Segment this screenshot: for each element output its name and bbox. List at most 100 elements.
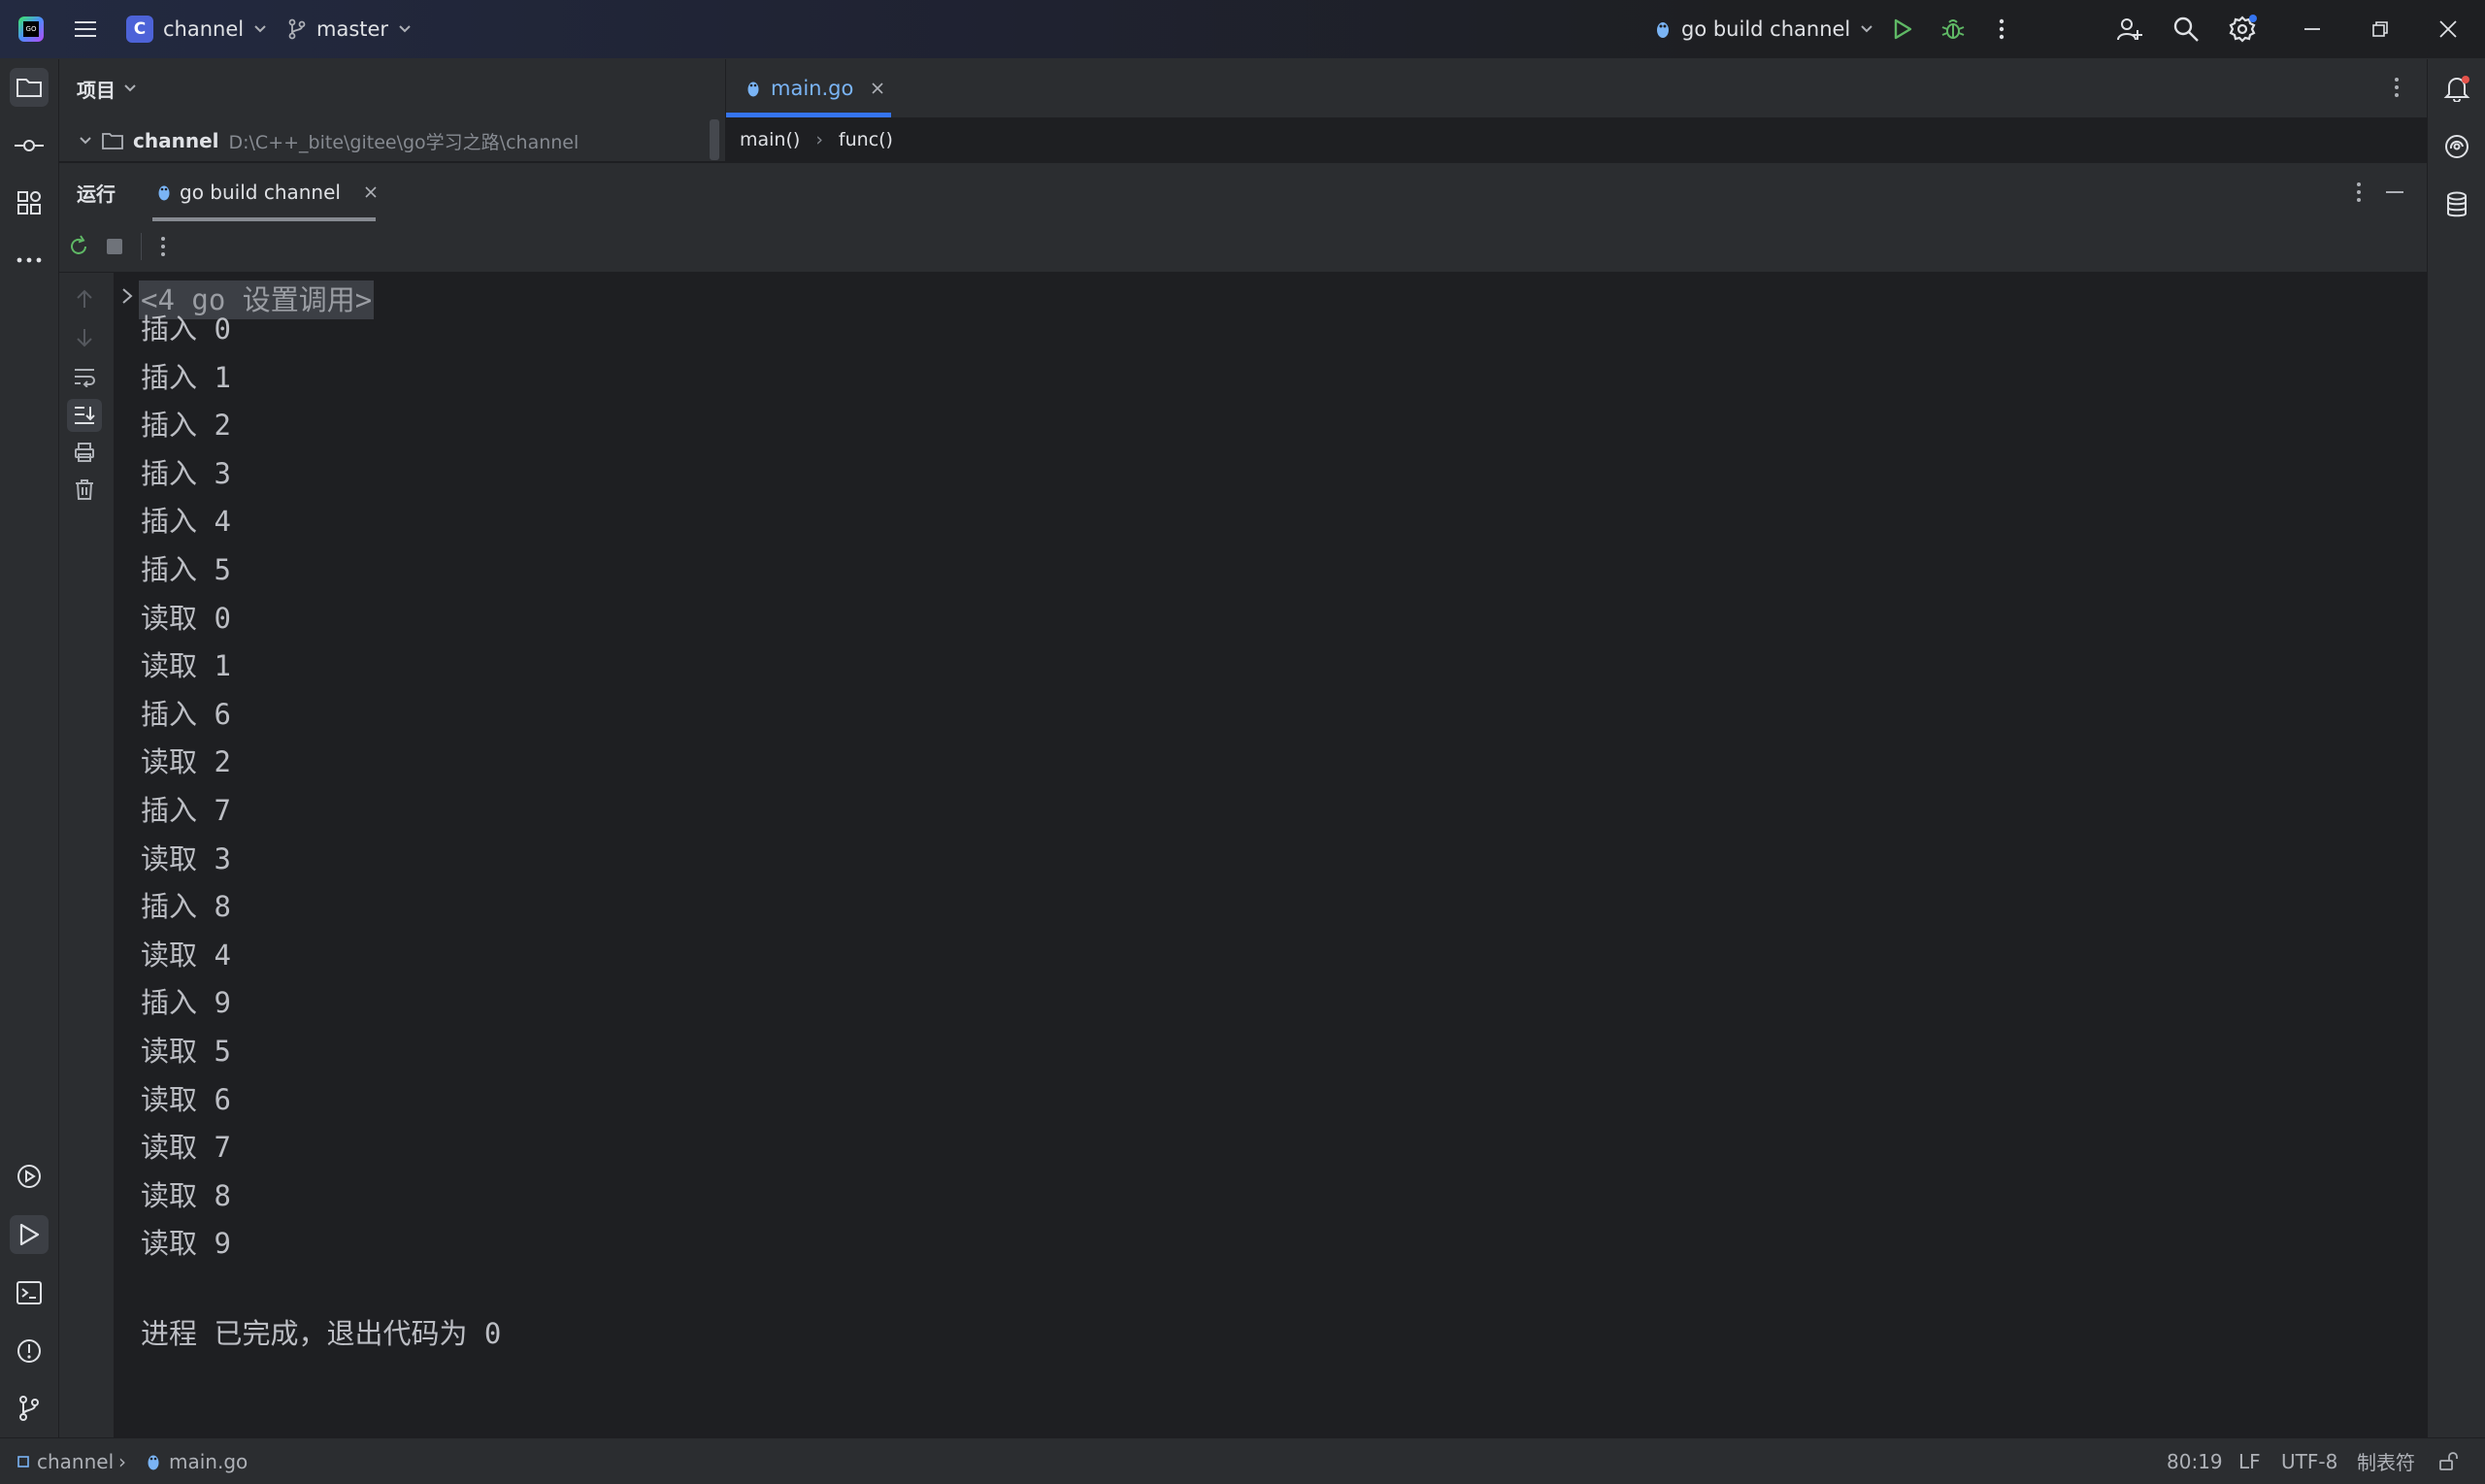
stop-button[interactable] [106,238,123,255]
app-logo[interactable]: GO [14,0,49,58]
clear-all-button[interactable] [75,478,94,500]
line-separator[interactable]: LF [2238,1438,2261,1484]
chevron-down-icon [253,24,267,34]
console-line: 读取 8 [141,1178,231,1212]
rerun-icon [67,235,90,258]
structure-tool-button[interactable] [10,183,49,222]
restore-icon [2363,12,2398,47]
caret-position[interactable]: 80:19 [2167,1438,2223,1484]
go-file-icon [1654,18,1672,40]
rerun-button[interactable] [67,235,90,258]
soft-wrap-button[interactable] [73,366,96,387]
run-tool-button[interactable] [10,1215,49,1254]
run-button[interactable] [1885,0,1920,58]
close-icon[interactable] [364,185,378,199]
code-with-me-button[interactable] [2112,0,2147,58]
console-line: 读取 7 [141,1131,231,1165]
project-root-node[interactable]: channel D:\C++_bite\gitee\go学习之路\channel [79,124,579,157]
settings-button[interactable] [2225,0,2260,58]
tab-more-button[interactable] [2394,77,2400,98]
more-actions-button[interactable] [1984,0,2019,58]
console-line: 读取 9 [141,1227,231,1261]
project-panel-title: 项目 [77,78,116,102]
run-tab-label: go build channel [180,181,341,204]
problems-tool-button[interactable] [10,1332,49,1370]
stop-icon [106,238,123,255]
chevron-down-icon [398,24,412,34]
search-button[interactable] [2169,0,2203,58]
search-icon [2169,12,2203,47]
console-line: 插入 3 [141,456,231,490]
database-button[interactable] [2437,185,2476,224]
minimize-button[interactable] [2295,0,2330,58]
notifications-button[interactable] [2437,69,2476,108]
console-line: 插入 8 [141,890,231,924]
status-file[interactable]: main.go [146,1438,248,1484]
status-file-name: main.go [169,1449,248,1473]
console-exit-message: 进程 已完成，退出代码为 0 [141,1317,502,1350]
breadcrumb-item-func[interactable]: func() [839,129,893,150]
project-root-path: D:\C++_bite\gitee\go学习之路\channel [228,131,580,153]
terminal-tool-button[interactable] [10,1273,49,1312]
chevron-right-icon[interactable] [120,286,134,306]
run-panel-options-button[interactable] [2356,181,2362,203]
project-panel-title-button[interactable]: 项目 [77,59,137,117]
main-menu-icon [68,12,103,47]
run-config-name: go build channel [1681,17,1851,41]
indent-setting[interactable]: 制表符 [2357,1438,2415,1484]
console-output[interactable]: <4 go 设置调用> 插入 0 插入 1 插入 2 插入 3 插入 4 插入 5 读取 0… [115,273,2427,1437]
status-bar: channel › main.go 80:19 LF UTF-8 制表符 [0,1437,2485,1484]
commit-icon [15,138,44,153]
chevron-down-icon[interactable] [79,136,92,146]
notifications-icon [2443,75,2470,102]
main-menu-button[interactable] [68,0,103,58]
scroll-down-button[interactable] [75,327,94,348]
console-line: 读取 1 [141,649,231,683]
left-tool-strip [0,59,59,1437]
scroll-to-end-button[interactable] [67,399,102,432]
run-toolbar-more-button[interactable] [160,236,166,257]
chevron-right-icon: › [815,129,823,150]
breadcrumb: main() › func() [726,118,2427,161]
console-line: 读取 6 [141,1082,231,1116]
status-project[interactable]: channel [17,1438,114,1484]
close-window-button[interactable] [2431,0,2466,58]
hide-panel-button[interactable] [2385,190,2404,194]
debug-button[interactable] [1936,0,1971,58]
print-icon [74,442,95,463]
file-encoding[interactable]: UTF-8 [2281,1438,2337,1484]
breadcrumb-item-main[interactable]: main() [740,129,800,150]
commit-tool-button[interactable] [10,126,49,165]
project-tool-button[interactable] [10,68,49,107]
project-root-name: channel [133,129,219,152]
services-tool-button[interactable] [10,1157,49,1196]
tab-main-go[interactable]: main.go [746,59,884,117]
chevron-down-icon [123,83,137,93]
close-icon[interactable] [871,82,884,95]
run-toolbar [59,221,2427,273]
console-line: 插入 5 [141,553,231,586]
title-bar: GO C channel master go build channel [0,0,2485,59]
more-icon [2394,77,2400,98]
project-scrollbar[interactable] [710,119,719,160]
run-config-selector[interactable]: go build channel [1654,0,1873,58]
go-file-icon [146,1452,161,1471]
read-only-toggle[interactable] [2438,1438,2458,1484]
down-arrow-icon [75,327,94,348]
trash-icon [75,478,94,500]
more-icon [1984,12,2019,47]
more-tools-button[interactable] [10,241,49,280]
console-line: 读取 5 [141,1035,231,1068]
restore-button[interactable] [2363,0,2398,58]
run-tool-icon [17,1222,41,1247]
run-tab[interactable]: go build channel [156,163,378,221]
branch-switcher[interactable]: master [287,0,412,58]
ai-assistant-button[interactable] [2437,127,2476,166]
database-icon [2445,191,2468,218]
scroll-up-button[interactable] [75,288,94,310]
console-line: 读取 2 [141,745,231,779]
project-switcher[interactable]: C channel [126,0,267,58]
git-tool-button[interactable] [10,1389,49,1428]
print-button[interactable] [74,442,95,463]
ai-assistant-icon [2443,133,2470,160]
